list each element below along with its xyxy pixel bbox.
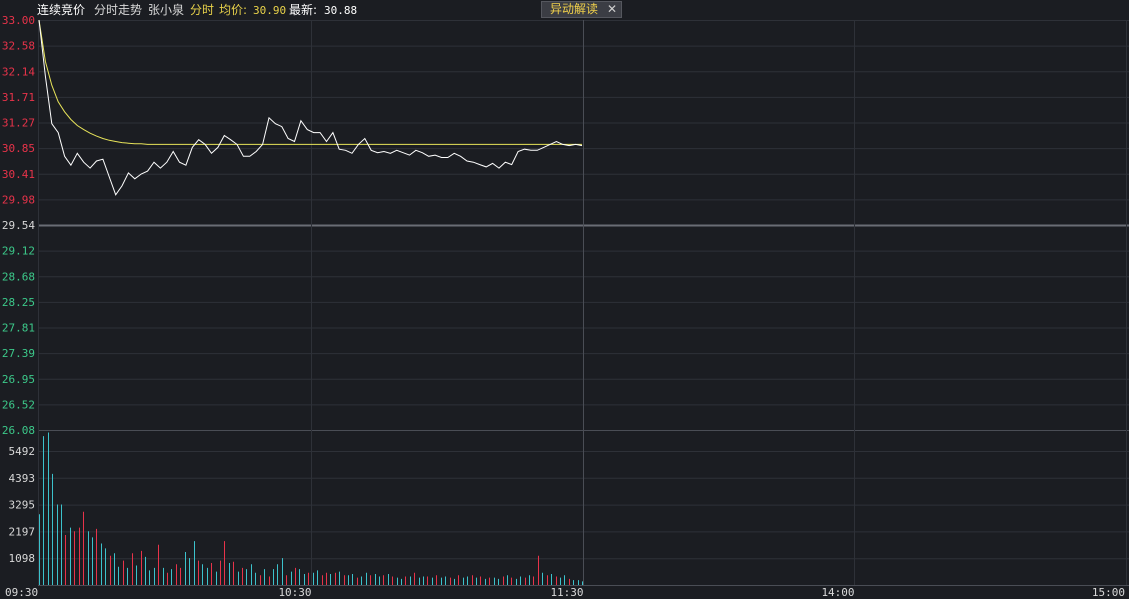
chart-grid xyxy=(38,20,1129,586)
volume-axis: 5492 4393 3295 2197 1098 xyxy=(9,445,36,565)
time-tick-label: 10:30 xyxy=(278,586,311,599)
volume-tick-label: 1098 xyxy=(9,552,36,565)
price-tick-label: 29.12 xyxy=(2,245,35,258)
average-price-line xyxy=(38,19,582,145)
price-tick-label: 32.58 xyxy=(2,40,35,53)
time-tick-label: 09:30 xyxy=(5,586,38,599)
price-tick-label: 31.71 xyxy=(2,91,35,104)
price-tick-label: 29.98 xyxy=(2,193,35,206)
price-tick-label: 28.68 xyxy=(2,270,35,283)
volume-tick-label: 4393 xyxy=(9,472,36,485)
price-tick-label: 31.27 xyxy=(2,117,35,130)
time-tick-label: 11:30 xyxy=(550,586,583,599)
price-tick-label: 32.14 xyxy=(2,65,35,78)
intraday-chart: 33.00 32.58 32.14 31.71 31.27 30.85 30.41 29.98… xyxy=(2,14,1129,599)
price-tick-label: 29.54 xyxy=(2,219,35,232)
price-tick-label: 26.95 xyxy=(2,373,35,386)
time-tick-label: 15:00 xyxy=(1092,586,1125,599)
price-tick-label: 26.08 xyxy=(2,424,35,437)
price-tick-label: 33.00 xyxy=(2,14,35,27)
price-tick-label: 27.39 xyxy=(2,347,35,360)
time-axis: 09:30 10:30 11:30 14:00 15:00 xyxy=(5,586,1125,599)
volume-tick-label: 2197 xyxy=(9,525,36,538)
price-tick-label: 26.52 xyxy=(2,398,35,411)
volume-tick-label: 3295 xyxy=(9,499,36,512)
price-tick-label: 27.81 xyxy=(2,322,35,335)
price-axis: 33.00 32.58 32.14 31.71 31.27 30.85 30.41 29.98… xyxy=(2,14,35,437)
price-tick-label: 30.85 xyxy=(2,142,35,155)
price-tick-label: 30.41 xyxy=(2,168,35,181)
time-tick-label: 14:00 xyxy=(821,586,854,599)
volume-tick-label: 5492 xyxy=(9,445,36,458)
price-tick-label: 28.25 xyxy=(2,296,35,309)
